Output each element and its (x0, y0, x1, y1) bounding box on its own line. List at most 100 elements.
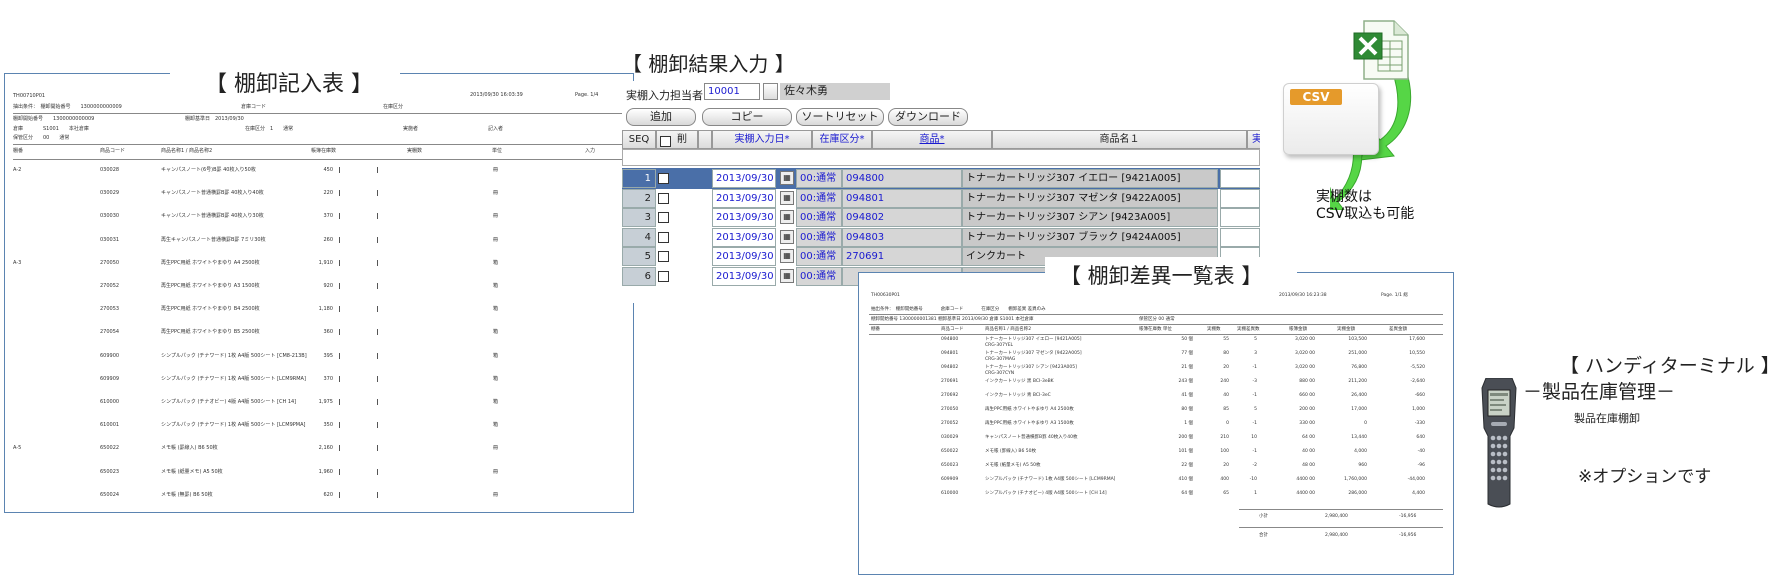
diff-row-name: キャンパスノート普通横罫B罫 40枚入り40枚 (985, 435, 1078, 440)
row-actual-cell[interactable] (1220, 169, 1260, 188)
row-seq: 6 (622, 266, 656, 286)
diff-row-p3: -96 (1417, 463, 1425, 468)
row-delete-checkbox[interactable] (658, 173, 669, 184)
row-actual-cell[interactable] (1220, 188, 1260, 208)
table-row: A-2 030028 キャンパスノート(6号)B罫 40枚入り50枚 450 冊 (13, 165, 625, 185)
row-book-qty: 350 (323, 422, 333, 429)
row-name: シンプルパック (チナオビー) 4版 A4版 500シート [CH 14] (161, 399, 297, 405)
row-actual-cell[interactable] (1220, 208, 1260, 227)
sort-reset-button[interactable]: ソートリセット (796, 108, 884, 126)
report-page: Page. 1/4 (575, 92, 599, 98)
row-product-input[interactable]: 270691 (842, 247, 962, 266)
row-seq: 1 (622, 169, 656, 188)
row-unit: 箱 (493, 399, 499, 405)
download-button[interactable]: ダウンロード (888, 108, 968, 126)
row-zone-select[interactable]: 00:通常 (796, 208, 842, 227)
grid-row[interactable]: 2 2013/09/30 ▦ 00:通常 094801 トナーカートリッジ307 マゼンタ… (622, 188, 1260, 209)
diff-row-p2: 960 (1358, 463, 1367, 468)
diff-report-page: Page. 1/1 総 (1381, 293, 1408, 298)
calendar-icon[interactable]: ▦ (780, 190, 794, 205)
person-code-input[interactable]: 10001 (704, 83, 760, 100)
row-date-input[interactable]: 2013/09/30 (712, 266, 776, 286)
calendar-icon[interactable]: ▦ (780, 268, 794, 283)
row-date-input[interactable]: 2013/09/30 (712, 227, 776, 247)
row-delete-checkbox[interactable] (658, 192, 669, 204)
subtotal-label: 小計 (1259, 514, 1268, 519)
row-delete-checkbox[interactable] (658, 251, 669, 262)
row-unit: 冊 (493, 213, 499, 220)
table-row: 030029 キャンパスノート普通横罫B罫 40枚入り40枚 200 個 210 10 6… (869, 435, 1443, 448)
row-code: 270054 (100, 329, 120, 336)
select-all-checkbox[interactable] (660, 136, 671, 147)
extract-condition: 抽出条件： 棚卸開始番号 1300000000009 (13, 104, 122, 110)
calendar-icon[interactable]: ▦ (780, 229, 794, 244)
grid-row[interactable]: 1 2013/09/30 ▦ 00:通常 094800 トナーカートリッジ307 イエロー… (622, 168, 1260, 189)
calendar-icon[interactable]: ▦ (780, 171, 794, 185)
row-actual-cell[interactable] (1220, 227, 1260, 247)
diff-storage-zone: 保管区分 00 通常 (1139, 317, 1175, 322)
col-product[interactable]: 商品* (872, 130, 992, 149)
storage-zone: 保管区分 00 通常 (13, 135, 70, 141)
diff-row-actual: 20 (1223, 365, 1229, 370)
col-actual[interactable]: 実 (1247, 130, 1260, 149)
row-zone-select[interactable]: 00:通常 (796, 169, 842, 188)
diff-row-book: 22 個 (1181, 463, 1193, 468)
base-date: 棚卸基準日 2013/09/30 (185, 116, 244, 122)
diff-row-name: 再生PPC用紙 ホワイトやまゆり A4 2500枚 (985, 407, 1074, 412)
row-zone-select[interactable]: 00:通常 (796, 188, 842, 208)
row-book-qty: 1,975 (318, 399, 333, 405)
row-code: 650023 (100, 468, 120, 475)
diff-row-code: 094800 (941, 337, 959, 342)
row-mark (339, 190, 340, 197)
row-mark (339, 375, 340, 382)
table-row: 094801 トナーカートリッジ307 マゼンタ [9422A005] CRG-30… (869, 351, 1443, 364)
col-stock-zone[interactable]: 在庫区分* (812, 130, 872, 149)
diff-row-p2: 17,000 (1351, 407, 1367, 412)
diff-row-diff: 1 (1254, 491, 1257, 496)
grid-row[interactable]: 3 2013/09/30 ▦ 00:通常 094802 トナーカートリッジ307 シアン … (622, 207, 1260, 228)
entry-sheet-title: 【 棚卸記入表 】 (205, 72, 373, 97)
row-date-input[interactable]: 2013/09/30 (712, 188, 776, 208)
diff-row-book: 243 個 (1178, 379, 1193, 384)
add-button[interactable]: 追加 (626, 108, 696, 126)
row-product-input[interactable]: 094801 (842, 188, 962, 208)
table-row: 650023 メモ帳 (紙量メモ) A5 50枚 22 個 20 -2 48 00 960 -… (869, 463, 1443, 476)
row-delete-checkbox[interactable] (658, 270, 669, 282)
diff-row-p1: 48 00 (1302, 463, 1315, 468)
calendar-icon[interactable]: ▦ (780, 210, 794, 224)
row-date-input[interactable]: 2013/09/30 (712, 247, 776, 266)
grid-row[interactable]: 4 2013/09/30 ▦ 00:通常 094803 トナーカートリッジ307 ブラック… (622, 227, 1260, 248)
row-product-input[interactable]: 094803 (842, 227, 962, 247)
col-seq[interactable]: SEQ (622, 130, 656, 149)
row-date-input[interactable]: 2013/09/30 (712, 208, 776, 227)
diff-extract-condition: 抽出条件： 棚卸開始番号 倉庫コード 在庫区分 棚卸差異 差異のみ (871, 307, 1046, 312)
table-row: 270691 インクカートリッジ 黒 BCI-3eBK 243 個 240 -3 880 … (869, 379, 1443, 392)
row-date-input[interactable]: 2013/09/30 (712, 169, 776, 188)
row-shelf: A-2 (13, 167, 22, 173)
row-unit: 冊 (493, 167, 499, 173)
row-book-qty: 395 (323, 352, 333, 359)
diff-row-p1: 3,020 00 (1294, 337, 1315, 342)
row-delete-checkbox[interactable] (658, 231, 669, 243)
handheld-title: 【 ハンディターミナル 】 (1560, 355, 1780, 377)
row-name: メモ帳 (無罫) B6 50枚 (161, 491, 213, 498)
col-name: 商品名称1 / 商品名称2 (161, 148, 213, 154)
table-row: 610000 シンプルパック (チナオビー) 4版 A4版 500シート [CH … (13, 397, 625, 417)
row-zone-select[interactable]: 00:通常 (796, 247, 842, 266)
diff-row-p1: 330 00 (1299, 421, 1315, 426)
diff-col-book-amount: 帳簿金額 (1289, 327, 1307, 332)
copy-button[interactable]: コピー (702, 108, 792, 126)
calendar-icon[interactable]: ▦ (780, 249, 794, 263)
diff-row-name: トナーカートリッジ307 イエロー [9421A005] (985, 337, 1082, 342)
row-zone-select[interactable]: 00:通常 (796, 227, 842, 247)
row-product-input[interactable]: 094802 (842, 208, 962, 227)
diff-row-p1: 64 00 (1302, 435, 1315, 440)
person-lookup-button[interactable] (763, 83, 778, 100)
col-input-date[interactable]: 実棚入力日* (712, 130, 812, 149)
row-delete-checkbox[interactable] (658, 212, 669, 223)
col-product-name[interactable]: 商品名１ (992, 130, 1247, 149)
row-mark (339, 329, 340, 336)
row-zone-select[interactable]: 00:通常 (796, 266, 842, 286)
row-product-input[interactable]: 094800 (842, 169, 962, 188)
csv-note-line2: CSV取込も可能 (1316, 206, 1415, 222)
